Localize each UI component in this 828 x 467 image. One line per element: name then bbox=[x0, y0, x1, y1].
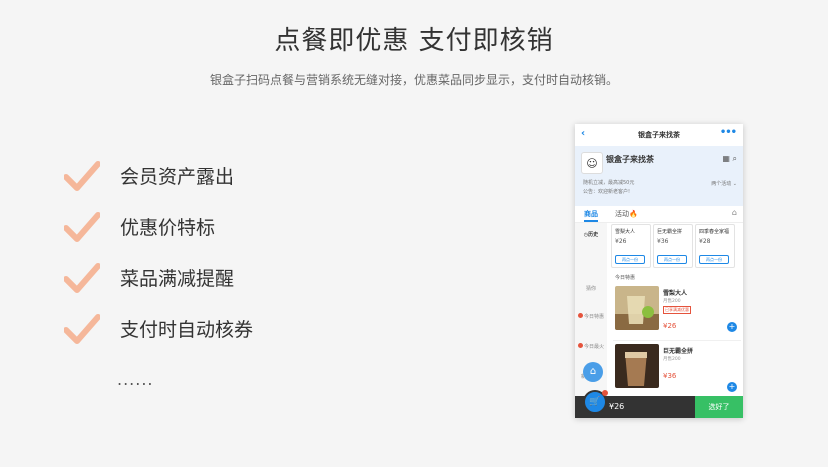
sidebar-item-today-deals[interactable]: 今日特惠 bbox=[575, 313, 607, 320]
recommend-name: 四季春全家福 bbox=[699, 229, 730, 235]
drink-image bbox=[615, 286, 659, 330]
reorder-button[interactable]: 再点一份 bbox=[699, 255, 729, 264]
back-icon[interactable]: ‹ bbox=[581, 128, 585, 139]
header-icons: ▦ ⌕ bbox=[722, 154, 737, 164]
phone-nav-bar: ‹ 银盒子来找茶 ••• bbox=[575, 124, 743, 146]
page-subtitle: 银盒子扫码点餐与营销系统无缝对接，优惠菜品同步显示，支付时自动核销。 bbox=[209, 73, 618, 87]
shop-promo: 随机立减，最高减50元 bbox=[583, 180, 635, 186]
list-item[interactable]: 雪梨大人 月售200 已享满减优惠 ¥26 + bbox=[613, 284, 741, 341]
feature-item: 支付时自动核券 bbox=[64, 303, 253, 354]
badge-dot bbox=[577, 343, 583, 348]
shop-header: ☺ 银盒子来找茶 ▦ ⌕ 随机立减，最高减50元 公告：欢迎新老客户! 两个活动… bbox=[575, 146, 743, 206]
sidebar-item-history[interactable]: ◷历史 bbox=[575, 231, 607, 238]
checkout-bar: 🛒 ¥26 选好了 bbox=[575, 390, 743, 418]
feature-label: 会员资产露出 bbox=[120, 166, 235, 188]
more-ellipsis: ...... bbox=[117, 370, 154, 389]
reorder-button[interactable]: 再点一份 bbox=[657, 255, 687, 264]
shop-logo: ☺ bbox=[581, 152, 603, 174]
feature-label: 菜品满减提醒 bbox=[120, 268, 235, 290]
item-sold: 月售200 bbox=[663, 357, 681, 362]
recommend-price: ¥28 bbox=[699, 238, 711, 245]
list-item[interactable]: 巨无霸全拼 月售200 ¥36 + bbox=[613, 342, 741, 399]
recommend-card[interactable]: 四季春全家福 ¥28 再点一份 bbox=[695, 224, 735, 268]
shop-notice: 公告：欢迎新老客户! bbox=[583, 189, 631, 195]
cart-icon[interactable]: 🛒 bbox=[583, 390, 608, 414]
feature-label: 支付时自动核券 bbox=[120, 319, 254, 341]
phone-mockup: ‹ 银盒子来找茶 ••• ☺ 银盒子来找茶 ▦ ⌕ 随机立减，最高减50元 公告… bbox=[575, 124, 743, 418]
tag-icon[interactable]: ⌂ bbox=[732, 208, 737, 217]
recommend-name: 雪梨大人 bbox=[615, 229, 636, 235]
check-icon bbox=[64, 313, 100, 344]
check-icon bbox=[64, 262, 100, 293]
check-icon bbox=[64, 160, 100, 191]
cart-total: ¥26 bbox=[609, 402, 625, 411]
item-name: 雪梨大人 bbox=[663, 290, 688, 297]
item-sold: 月售200 bbox=[663, 299, 681, 304]
page-title: 点餐即优惠 支付即核销 bbox=[274, 26, 554, 56]
check-icon bbox=[64, 211, 100, 242]
tab-activities[interactable]: 活动🔥 bbox=[615, 209, 638, 219]
item-name: 巨无霸全拼 bbox=[663, 348, 694, 355]
add-item-button[interactable]: + bbox=[727, 322, 737, 332]
item-price: ¥26 bbox=[663, 322, 677, 330]
tab-underline bbox=[584, 220, 598, 222]
feature-item: 优惠价特标 bbox=[64, 201, 253, 252]
recommend-price: ¥26 bbox=[615, 238, 627, 245]
recommend-card[interactable]: 雪梨大人 ¥26 再点一份 bbox=[611, 224, 651, 268]
recommend-price: ¥36 bbox=[657, 238, 669, 245]
recommend-row: 雪梨大人 ¥26 再点一份 巨无霸全拼 ¥36 再点一份 四季春全家福 ¥28 … bbox=[611, 224, 741, 268]
recommend-card[interactable]: 巨无霸全拼 ¥36 再点一份 bbox=[653, 224, 693, 268]
more-icon[interactable]: ••• bbox=[720, 127, 737, 138]
item-price: ¥36 bbox=[663, 372, 677, 380]
search-icon[interactable]: ⌕ bbox=[733, 154, 737, 163]
sidebar-item-guess[interactable]: 猜你 bbox=[575, 285, 607, 292]
activity-toggle[interactable]: 两个活动 ⌄ bbox=[711, 180, 737, 187]
phone-nav-title: 银盒子来找茶 bbox=[638, 131, 680, 139]
add-item-button[interactable]: + bbox=[727, 382, 737, 392]
tab-products[interactable]: 商品 bbox=[584, 209, 598, 219]
checkout-button[interactable]: 选好了 bbox=[695, 396, 743, 418]
phone-tabs: 商品 活动🔥 ⌂ bbox=[575, 206, 743, 223]
shop-name: 银盒子来找茶 bbox=[606, 155, 654, 164]
feature-item: 菜品满减提醒 bbox=[64, 252, 253, 303]
feature-label: 优惠价特标 bbox=[120, 217, 216, 239]
sidebar-item-hottest[interactable]: 今日最火 bbox=[575, 343, 607, 350]
cart-badge bbox=[602, 390, 608, 396]
recommend-name: 巨无霸全拼 bbox=[657, 229, 683, 235]
feature-item: 会员资产露出 bbox=[64, 150, 253, 201]
home-icon[interactable]: ⌂ bbox=[583, 362, 603, 382]
grid-icon[interactable]: ▦ bbox=[722, 154, 730, 163]
discount-tag: 已享满减优惠 bbox=[663, 306, 691, 314]
feature-list: 会员资产露出 优惠价特标 菜品满减提醒 支付时自动核券 bbox=[64, 150, 253, 354]
section-label: 今日特惠 bbox=[615, 275, 636, 281]
badge-dot bbox=[577, 313, 583, 318]
drink-image bbox=[615, 344, 659, 388]
reorder-button[interactable]: 再点一份 bbox=[615, 255, 645, 264]
